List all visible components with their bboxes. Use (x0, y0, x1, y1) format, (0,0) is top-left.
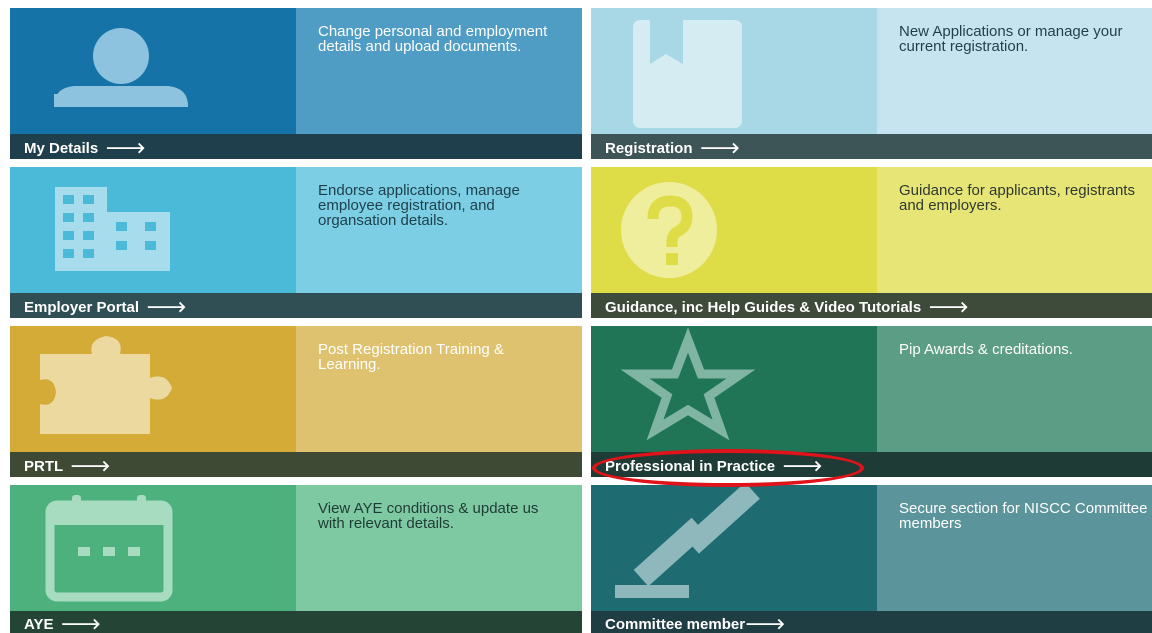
tile-label[interactable]: Professional in Practice (605, 458, 775, 475)
tile-description: Guidance for applicants, registrants and… (899, 182, 1135, 214)
building-icon (55, 187, 170, 271)
bookmark-icon (633, 20, 742, 128)
arrow-right-icon: 🡒 (105, 140, 146, 157)
tile-description: Post Registration Training & Learning. (318, 341, 504, 373)
tile-title-bar[interactable]: Guidance, inc Help Guides & Video Tutori… (591, 293, 1152, 318)
tile-description: New Applications or manage your current … (899, 23, 1123, 55)
tile-title-bar[interactable]: My Details 🡒 (10, 134, 582, 159)
tile-label[interactable]: Guidance, inc Help Guides & Video Tutori… (605, 299, 921, 316)
tile-title-bar[interactable]: AYE 🡒 (10, 611, 582, 633)
arrow-right-icon: 🡒 (70, 458, 111, 475)
tile-description: Change personal and employment details a… (318, 23, 548, 55)
tile-label[interactable]: Employer Portal (24, 299, 139, 316)
tile-description: Endorse applications, manage employee re… (318, 182, 520, 229)
tile-label[interactable]: AYE (24, 616, 53, 633)
star-icon (620, 327, 756, 441)
tile-title-bar[interactable]: PRTL 🡒 (10, 452, 582, 477)
prtl-link[interactable]: PRTL 🡒 (24, 456, 110, 475)
tile-label[interactable]: My Details (24, 140, 98, 157)
guidance-link[interactable]: Guidance, inc Help Guides & Video Tutori… (605, 297, 969, 316)
professional-in-practice-link[interactable]: Professional in Practice 🡒 (605, 456, 822, 475)
employer-portal-link[interactable]: Employer Portal 🡒 (24, 297, 186, 316)
tile-prtl[interactable]: Post Registration Training & Learning. P… (10, 326, 582, 477)
gavel-icon (615, 485, 760, 598)
tile-professional-in-practice[interactable]: Pip Awards & creditations. Professional … (591, 326, 1152, 477)
tile-label[interactable]: PRTL (24, 458, 63, 475)
arrow-right-icon: 🡒 (745, 616, 786, 633)
tile-employer-portal[interactable]: Endorse applications, manage employee re… (10, 167, 582, 318)
tile-guidance[interactable]: Guidance for applicants, registrants and… (591, 167, 1152, 318)
tile-my-details[interactable]: Change personal and employment details a… (10, 8, 582, 159)
arrow-right-icon: 🡒 (782, 458, 823, 475)
registration-link[interactable]: Registration 🡒 (605, 138, 740, 157)
calendar-icon (45, 495, 173, 602)
tile-label[interactable]: Committee member (605, 616, 745, 633)
aye-link[interactable]: AYE 🡒 (24, 614, 101, 633)
tile-title-bar[interactable]: Registration 🡒 (591, 134, 1152, 159)
question-icon (621, 182, 717, 278)
arrow-right-icon: 🡒 (60, 616, 101, 633)
tile-committee-member[interactable]: Secure section for NISCC Committee membe… (591, 485, 1152, 633)
tile-label[interactable]: Registration (605, 140, 693, 157)
person-icon (54, 28, 188, 114)
committee-member-link[interactable]: Committee member🡒 (605, 614, 785, 633)
tile-title-bar[interactable]: Professional in Practice 🡒 (591, 452, 1152, 477)
arrow-right-icon: 🡒 (699, 140, 740, 157)
tile-registration[interactable]: New Applications or manage your current … (591, 8, 1152, 159)
tile-aye[interactable]: View AYE conditions & update us with rel… (10, 485, 582, 633)
tile-title-bar[interactable]: Committee member🡒 (591, 611, 1152, 633)
tile-description: Secure section for NISCC Committee membe… (899, 500, 1148, 532)
arrow-right-icon: 🡒 (928, 299, 969, 316)
tile-title-bar[interactable]: Employer Portal 🡒 (10, 293, 582, 318)
my-details-link[interactable]: My Details 🡒 (24, 138, 146, 157)
arrow-right-icon: 🡒 (146, 299, 187, 316)
tile-description: Pip Awards & creditations. (899, 341, 1073, 358)
puzzle-icon (40, 336, 172, 434)
tile-description: View AYE conditions & update us with rel… (318, 500, 539, 532)
